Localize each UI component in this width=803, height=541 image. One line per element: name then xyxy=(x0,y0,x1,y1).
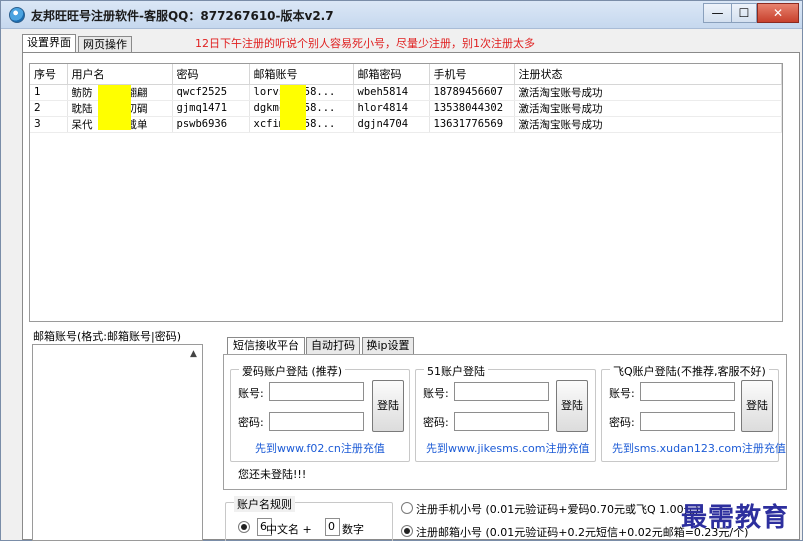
login-status: 您还未登陆!!! xyxy=(238,468,307,481)
col-username[interactable]: 用户名 xyxy=(67,64,173,85)
51-login-button[interactable]: 登陆 xyxy=(556,380,588,432)
group-51-login: 51账户登陆 账号: 密码: 登陆 先到www.jikesms.com注册充值 xyxy=(415,363,596,462)
account-rule-title: 账户名规则 xyxy=(234,496,295,512)
mail-list-title: 邮箱账号(格式:邮箱账号|密码) xyxy=(33,330,181,343)
watermark-logo: 最需教育 xyxy=(681,503,790,533)
group-title: 飞Q账户登陆(不推荐,客服不好) xyxy=(610,363,769,379)
digit-count-input[interactable]: 0 xyxy=(325,518,340,536)
51-password-input[interactable] xyxy=(454,412,549,431)
cell-password: qwcf2525 xyxy=(172,84,250,101)
tab-settings[interactable]: 设置界面 xyxy=(22,34,76,54)
cell-email-password: wbeh5814 xyxy=(353,84,430,101)
notice-text: 12日下午注册的听说个别人容易死小号，尽量少注册，别1次注册太多 xyxy=(195,37,535,50)
aima-register-link[interactable]: 先到www.f02.cn注册充值 xyxy=(255,440,385,456)
cell-email-password: hlor4814 xyxy=(353,100,430,117)
col-status[interactable]: 注册状态 xyxy=(514,64,782,85)
aima-password-input[interactable] xyxy=(269,412,364,431)
chinese-label: 中文名 + xyxy=(266,523,312,536)
registration-table[interactable]: 序号 用户名 密码 邮箱账号 邮箱密码 手机号 注册状态 1 鲂防 翩翩 qwcf… xyxy=(29,63,783,322)
group-title: 爱码账户登陆 (推荐) xyxy=(239,363,346,379)
feiq-register-link[interactable]: 先到sms.xudan123.com注册充值 xyxy=(612,440,786,456)
cell-phone: 13631776569 xyxy=(429,116,515,133)
col-index[interactable]: 序号 xyxy=(30,64,68,85)
feiq-login-button[interactable]: 登陆 xyxy=(741,380,773,432)
sms-platform-panel: 爱码账户登陆 (推荐) 账号: 密码: 登陆 先到www.f02.cn注册充值 … xyxy=(223,354,787,490)
group-feiq-login: 飞Q账户登陆(不推荐,客服不好) 账号: 密码: 登陆 先到sms.xudan1… xyxy=(601,363,786,462)
account-label: 账号: xyxy=(423,387,449,400)
tab-ip-settings[interactable]: 换ip设置 xyxy=(362,337,414,355)
group-title: 51账户登陆 xyxy=(424,363,488,379)
feiq-password-input[interactable] xyxy=(640,412,735,431)
cell-phone: 18789456607 xyxy=(429,84,515,101)
51-account-input[interactable] xyxy=(454,382,549,401)
account-label: 账号: xyxy=(238,387,264,400)
register-email-radio[interactable] xyxy=(401,525,413,537)
title-bar[interactable]: 友邦旺旺号注册软件-客服QQ：877267610-版本v2.7 — ☐ ✕ xyxy=(1,1,802,29)
feiq-account-input[interactable] xyxy=(640,382,735,401)
app-window: 友邦旺旺号注册软件-客服QQ：877267610-版本v2.7 — ☐ ✕ 设置… xyxy=(0,0,803,541)
table-row[interactable]: 2 耽陆 叨碉 gjmq1471 dgkmc 3258... hlor4814 13… xyxy=(30,100,782,117)
register-phone-radio[interactable] xyxy=(401,502,413,514)
aima-account-input[interactable] xyxy=(269,382,364,401)
register-phone-label[interactable]: 注册手机小号 (0.01元验证码+爱码0.70元或飞Q 1.00元) xyxy=(416,501,699,517)
tab-auto-captcha[interactable]: 自动打码 xyxy=(306,337,360,355)
redaction-email xyxy=(280,85,306,130)
account-rule-group: 账户名规则 6 中文名 + 0 数字 xyxy=(225,496,393,541)
digit-label: 数字 xyxy=(342,523,364,536)
col-email-password[interactable]: 邮箱密码 xyxy=(353,64,430,85)
51-register-link[interactable]: 先到www.jikesms.com注册充值 xyxy=(426,440,590,456)
col-email-account[interactable]: 邮箱账号 xyxy=(249,64,354,85)
password-label: 密码: xyxy=(423,416,449,429)
redaction-username xyxy=(98,85,131,130)
cell-status: 激活淘宝账号成功 xyxy=(514,84,782,101)
scroll-up-icon[interactable]: ▲ xyxy=(188,349,199,359)
col-phone[interactable]: 手机号 xyxy=(429,64,515,85)
table-header: 序号 用户名 密码 邮箱账号 邮箱密码 手机号 注册状态 xyxy=(30,64,782,85)
table-row[interactable]: 3 呆代 戴单 pswb6936 xcfim 3158... dgjn4704 13… xyxy=(30,116,782,133)
mail-list-textarea[interactable]: ▲ xyxy=(32,344,203,541)
cell-phone: 13538044302 xyxy=(429,100,515,117)
cell-status: 激活淘宝账号成功 xyxy=(514,100,782,117)
password-label: 密码: xyxy=(609,416,635,429)
cell-index: 3 xyxy=(30,116,68,133)
col-password[interactable]: 密码 xyxy=(172,64,250,85)
group-aima-login: 爱码账户登陆 (推荐) 账号: 密码: 登陆 先到www.f02.cn注册充值 xyxy=(230,363,410,462)
maximize-button[interactable]: ☐ xyxy=(731,3,757,23)
aima-login-button[interactable]: 登陆 xyxy=(372,380,404,432)
password-label: 密码: xyxy=(238,416,264,429)
cell-index: 1 xyxy=(30,84,68,101)
account-label: 账号: xyxy=(609,387,635,400)
table-row[interactable]: 1 鲂防 翩翩 qwcf2525 lorvs 3258... wbeh5814 18… xyxy=(30,84,782,101)
close-button[interactable]: ✕ xyxy=(757,3,799,23)
cell-status: 激活淘宝账号成功 xyxy=(514,116,782,133)
cell-password: gjmq1471 xyxy=(172,100,250,117)
window-title: 友邦旺旺号注册软件-客服QQ：877267610-版本v2.7 xyxy=(31,9,334,23)
minimize-button[interactable]: — xyxy=(703,3,731,23)
cell-email-password: dgjn4704 xyxy=(353,116,430,133)
cell-index: 2 xyxy=(30,100,68,117)
app-logo-icon xyxy=(9,7,25,23)
cell-password: pswb6936 xyxy=(172,116,250,133)
rule-radio[interactable] xyxy=(238,521,250,533)
